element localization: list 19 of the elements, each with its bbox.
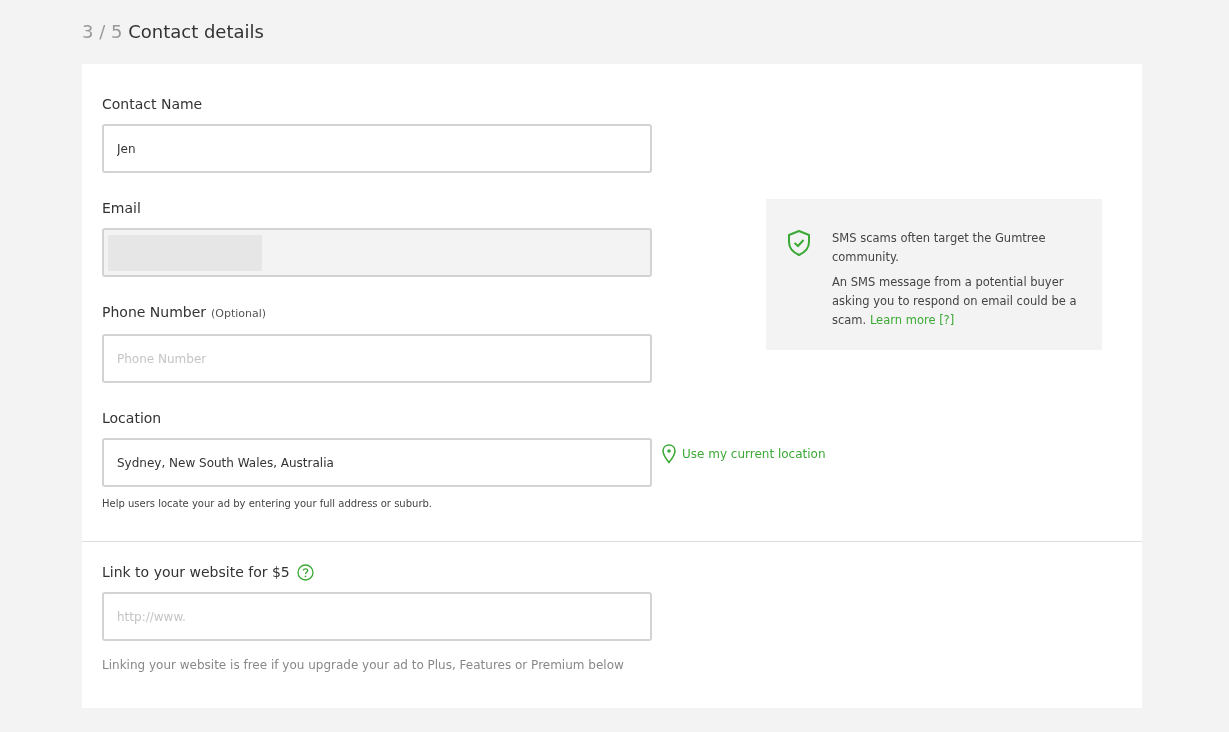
input-field[interactable]: Jen <box>102 124 652 173</box>
notice-text: An SMS message from a potential buyer asking you to respond on email could be a scam. Learn more [?] <box>832 274 1078 329</box>
map-pin-icon <box>662 444 676 464</box>
field-label: Location <box>102 409 162 428</box>
field-label: Link to your website for $5 <box>102 563 290 582</box>
field-label: Email <box>102 199 141 218</box>
help-icon[interactable] <box>296 563 314 581</box>
website-note: Linking your website is free if you upgrade your ad to Plus, Features or Premium below <box>102 657 624 674</box>
notice-title: SMS scams often target the Gumtree community. <box>832 230 1047 266</box>
step-counter: 3 / 5 <box>82 21 123 42</box>
section-title: Contact details <box>128 21 264 42</box>
optional-hint: (Optional) <box>211 306 267 322</box>
location-field[interactable]: Sydney, New South Wales, Australia <box>102 438 652 487</box>
field-label: Phone Number <box>102 303 207 322</box>
input-field[interactable]: Phone Number <box>102 334 652 383</box>
location-help: Help users locate your ad by entering your full address or suburb. <box>102 497 433 511</box>
field-label: Contact Name <box>102 95 203 114</box>
shield-check-icon <box>786 229 812 257</box>
website-field[interactable]: http://www. <box>102 592 652 641</box>
